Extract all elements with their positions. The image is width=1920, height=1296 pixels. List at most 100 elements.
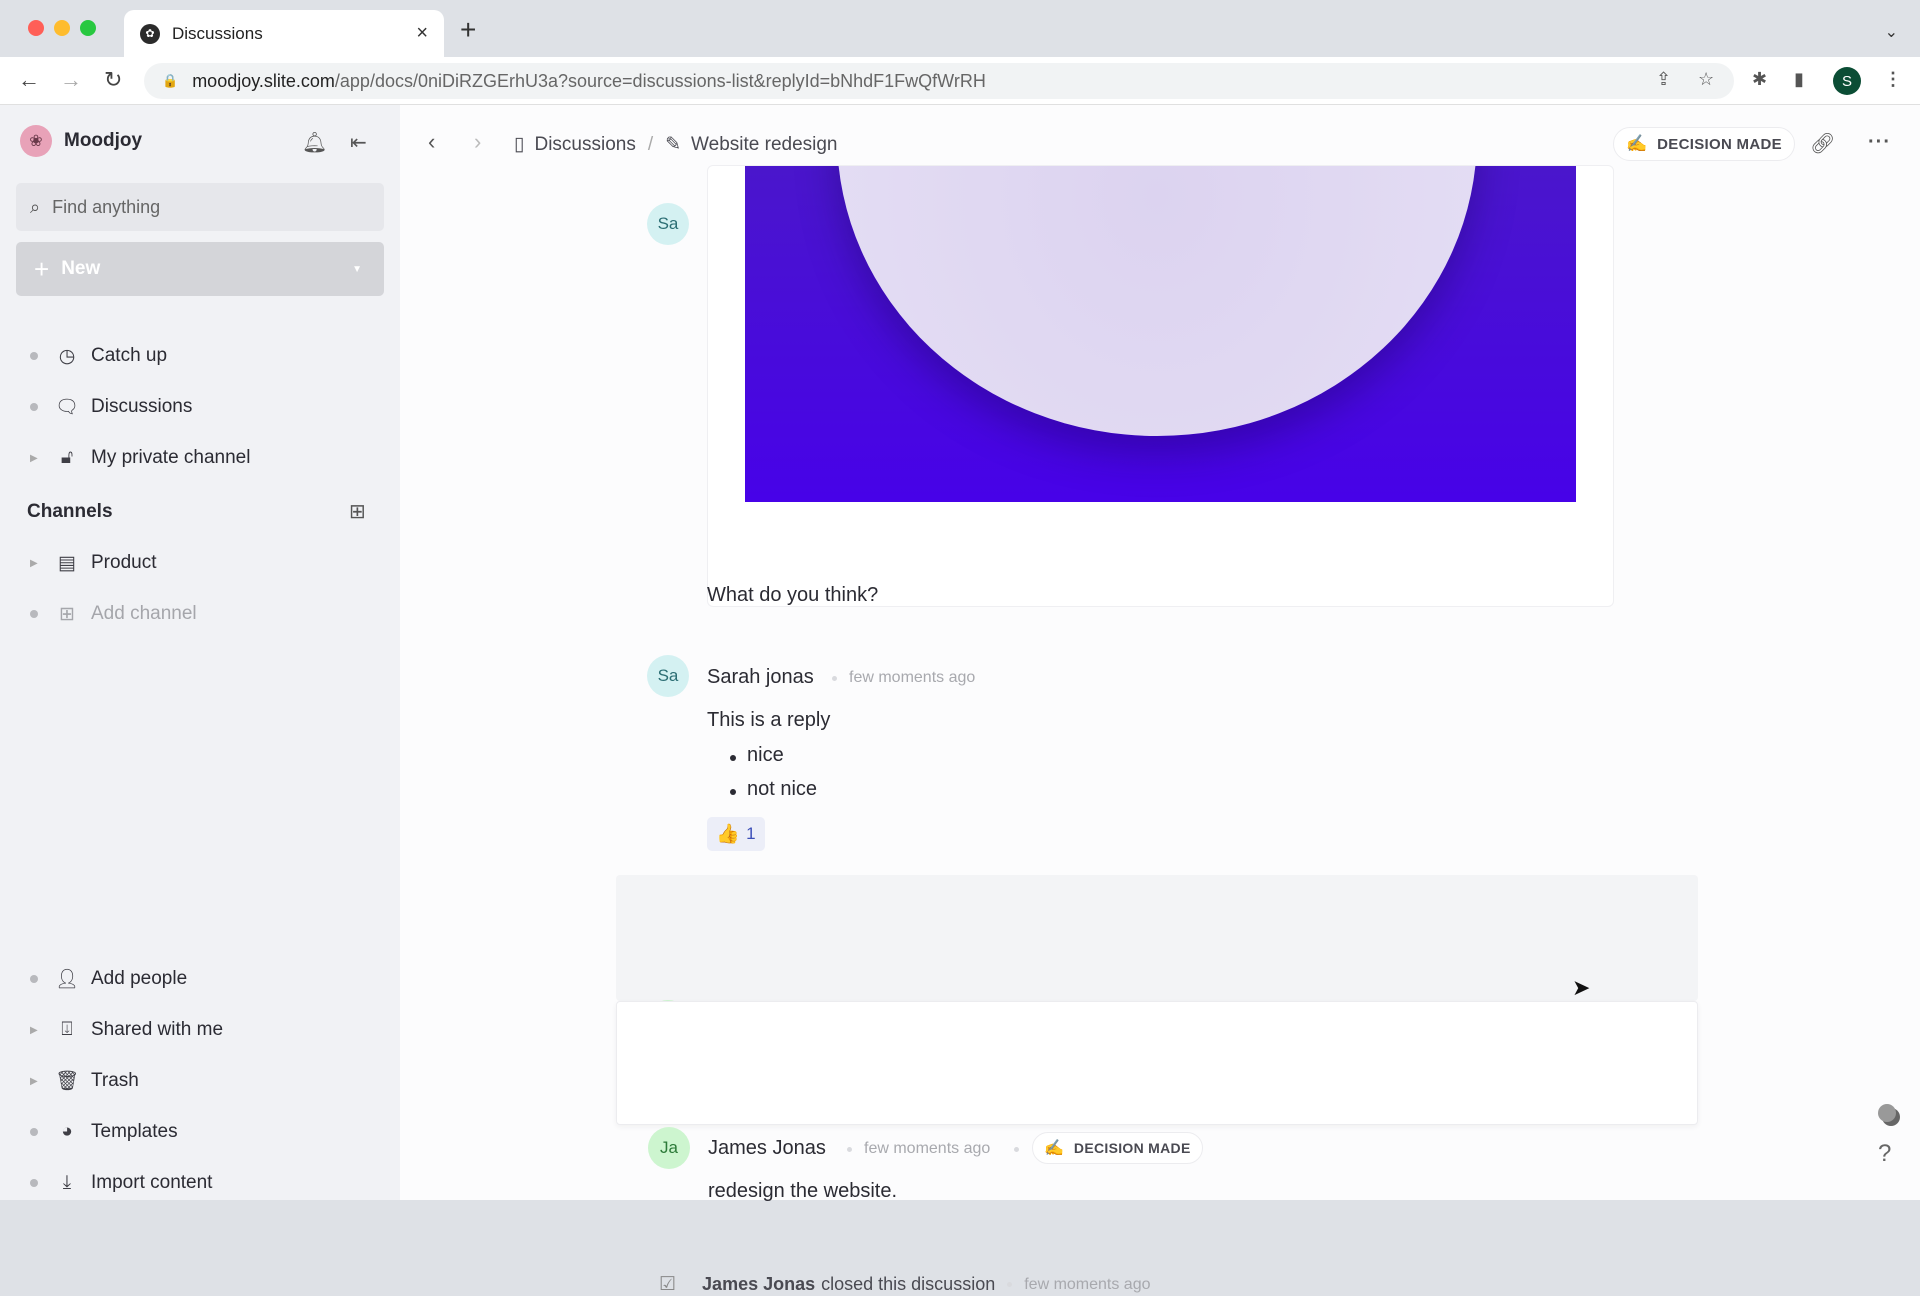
sidebar-item-import-content[interactable]: ⤓ Import content [0,1163,400,1203]
collapse-sidebar-icon[interactable]: ⇤ [350,130,367,155]
author-name[interactable]: James Jonas [708,1137,826,1160]
copy-link-icon[interactable]: 🔗︎ [1810,131,1835,156]
bullet-icon [30,1128,38,1136]
sidebar-item-label: Shared with me [91,1019,224,1040]
sidebar-item-catch-up[interactable]: ◷ Catch up [0,336,400,376]
event-action: closed this discussion [821,1274,996,1294]
expand-triangle-icon[interactable]: ▶ [30,558,38,569]
caret-down-icon[interactable]: ▼ [352,264,362,275]
forward-button[interactable]: → [60,67,82,93]
workspace-logo-icon: ❀ [20,125,52,157]
window-close-button[interactable] [28,20,44,36]
workspace-switcher[interactable]: ❀ Moodjoy [20,125,142,157]
slite-app: ❀ Moodjoy 🔔︎ ⇤ ⌕ + New ▼ ◷ Catch up 🗨︎ D… [0,105,1920,1295]
side-panel-icon[interactable]: ▮ [1794,69,1804,90]
discussion-view: ‹ › ▯ Discussions / ✎ Website redesign ✍… [400,105,1920,1295]
breadcrumb-website-redesign[interactable]: Website redesign [691,134,837,156]
browser-menu-icon[interactable]: ⋮ [1884,69,1902,90]
browser-tab-strip: ✿ Discussions × + ⌄ [0,0,1920,57]
lock-icon: 🔒 [162,73,179,88]
sidebar-item-my-private-channel[interactable]: ▶ 🔓︎ My private channel [0,438,400,478]
reload-button[interactable]: ↻ [104,67,122,93]
decision-icon: ✍ [1044,1140,1064,1157]
sidebar-item-shared-with-me[interactable]: ▶ ⍗ Shared with me [0,1010,400,1050]
image-ellipse-shape [837,166,1477,436]
import-icon: ⤓ [62,1172,72,1193]
sidebar-item-label: Add channel [91,603,197,624]
add-channel-icon[interactable]: ⊞ [349,499,366,524]
search-input[interactable] [52,196,353,218]
sidebar-item-product[interactable]: ▶ ▤ Product [0,543,400,583]
expand-triangle-icon[interactable]: ▶ [30,1076,38,1087]
decision-icon: ✍ [1626,134,1648,153]
separator-dot [1007,1282,1013,1287]
decision-made-status-button[interactable]: ✍ DECISION MADE [1613,127,1795,161]
tab-search-chevron-icon[interactable]: ⌄ [1885,22,1898,42]
message-text: What do you think? [707,584,879,606]
intercom-chat-icon[interactable] [1878,1104,1896,1122]
bullet-icon [30,352,38,360]
history-back-icon[interactable]: ‹ [428,129,435,155]
status-label: DECISION MADE [1657,135,1782,153]
tab-close-icon[interactable]: × [416,22,428,45]
new-button-label: New [61,258,101,279]
comment-row-hovered[interactable] [616,875,1698,1001]
profile-avatar[interactable]: S [1833,67,1861,95]
expand-triangle-icon[interactable]: ▶ [30,1025,38,1036]
reaction-count: 1 [746,824,756,843]
avatar: Sa [647,655,689,697]
bullet-icon [30,975,38,983]
breadcrumb-separator: / [647,133,654,155]
new-tab-button[interactable]: + [460,14,476,46]
expand-triangle-icon[interactable]: ▶ [30,453,38,464]
lock-icon: 🔓︎ [60,447,74,468]
more-options-icon[interactable]: ··· [1868,131,1891,154]
closed-discussion-icon: ☑ [659,1274,677,1295]
sidebar-item-label: Add people [91,968,188,989]
notifications-bell-icon[interactable]: 🔔︎ [302,130,327,155]
sidebar-item-trash[interactable]: ▶ 🗑︎ Trash [0,1061,400,1101]
sidebar-item-add-people[interactable]: 👤︎ Add people [0,959,400,999]
window-zoom-button[interactable] [80,20,96,36]
timestamp: few moments ago [864,1140,991,1157]
thumbs-up-icon: 👍 [716,824,741,845]
help-icon[interactable]: ? [1878,1140,1891,1168]
browser-tab[interactable]: ✿ Discussions × [124,10,444,57]
url-host: moodjoy.slite.com [192,70,335,91]
extensions-puzzle-icon[interactable]: ✱ [1752,69,1767,90]
slite-logo-icon: ✿ [140,23,160,44]
separator-dot [832,676,837,681]
new-button[interactable]: + New ▼ [16,242,384,296]
reaction-chip[interactable]: 👍 1 [707,817,765,851]
sidebar-item-add-channel[interactable]: ⊞ Add channel [0,594,400,634]
sidebar: ❀ Moodjoy 🔔︎ ⇤ ⌕ + New ▼ ◷ Catch up 🗨︎ D… [0,105,400,1200]
browser-toolbar: ← → ↻ 🔒 moodjoy.slite.com/app/docs/0niDi… [0,57,1920,105]
bullet-icon [30,1179,38,1187]
attached-image[interactable] [745,166,1576,502]
history-forward-icon[interactable]: › [474,129,481,155]
clock-icon: ◷ [58,345,76,367]
window-minimize-button[interactable] [54,20,70,36]
search-box[interactable]: ⌕ [16,183,384,231]
avatar: Ja [648,1127,690,1169]
tab-title: Discussions [172,23,263,43]
breadcrumb: ▯ Discussions / ✎ Website redesign [514,133,838,156]
bullet-icon [30,403,38,411]
pencil-icon: ✎ [665,134,682,155]
decision-made-badge: ✍ DECISION MADE [1032,1132,1203,1164]
breadcrumb-discussions[interactable]: Discussions [534,134,635,156]
back-button[interactable]: ← [18,67,40,93]
separator-dot [1014,1147,1019,1152]
channel-icon: ▯ [514,134,525,155]
share-icon[interactable]: ⇪ [1656,69,1671,90]
sidebar-item-label: Discussions [91,396,193,417]
sidebar-item-discussions[interactable]: 🗨︎ Discussions [0,387,400,427]
plus-icon: + [34,253,50,284]
bookmark-star-icon[interactable]: ☆ [1698,69,1714,90]
sidebar-item-label: Templates [91,1121,178,1142]
sidebar-item-label: Trash [91,1070,139,1091]
sidebar-item-templates[interactable]: ◕ Templates [0,1112,400,1152]
address-bar[interactable]: 🔒 moodjoy.slite.com/app/docs/0niDiRZGErh… [144,63,1734,99]
author-name[interactable]: Sarah jonas [707,666,814,689]
add-channel-icon: ⊞ [59,603,75,625]
